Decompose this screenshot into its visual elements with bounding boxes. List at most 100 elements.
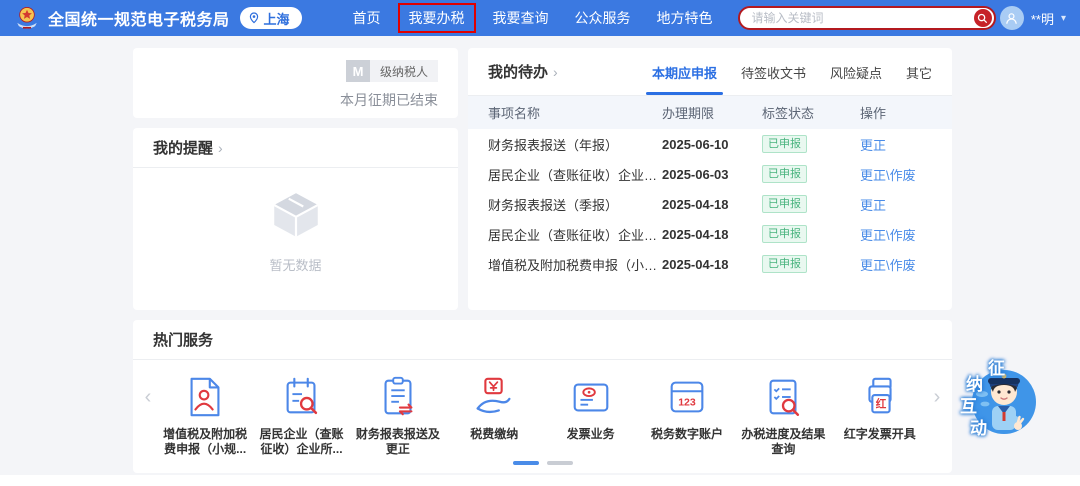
carousel-prev-button[interactable]: ‹ [139, 374, 157, 420]
service-label: 税费缴纳 [470, 427, 519, 441]
todo-tabs: 本期应申报 待签收文书 风险疑点 其它 [645, 49, 932, 95]
search-bar [737, 6, 996, 30]
service-resident-enterprise-tax[interactable]: 居民企业（查账征收）企业所... [253, 374, 349, 457]
carousel-pagination [133, 461, 952, 465]
location-label: 上海 [263, 11, 290, 27]
service-label: 居民企业（查账征收）企业所... [259, 427, 344, 456]
action-link[interactable]: 更正\作废 [860, 258, 916, 273]
status-badge: 已申报 [762, 225, 807, 243]
search-icon [977, 13, 988, 23]
taxpayer-level-badge: M 级纳税人 [345, 60, 438, 82]
status-badge: 已申报 [762, 165, 807, 183]
service-progress-query[interactable]: 办税进度及结果查询 [735, 374, 831, 457]
item-name: 居民企业（查账征收）企业所得税年度... [488, 167, 662, 183]
main-content: M 级纳税人 本月征期已结束 我的提醒 › 暂无数据 我的待办 › 本期应申报 … [0, 36, 1080, 475]
search-input[interactable] [751, 11, 974, 25]
status-badge: 已申报 [762, 255, 807, 273]
svg-text:123: 123 [678, 397, 696, 409]
chevron-down-icon: ▾ [1060, 12, 1066, 24]
service-vat-declaration[interactable]: 增值税及附加税费申报（小规... [157, 374, 253, 457]
service-financial-report[interactable]: 财务报表报送及更正 [350, 374, 446, 457]
item-deadline: 2025-04-18 [662, 196, 729, 212]
service-digital-account[interactable]: 123 税务数字账户 [639, 374, 735, 457]
service-label: 税务数字账户 [651, 427, 724, 441]
service-label: 增值税及附加税费申报（小规... [163, 427, 248, 456]
invoice-business-icon [573, 383, 609, 412]
avatar [999, 6, 1024, 30]
tab-risk-points[interactable]: 风险疑点 [830, 49, 882, 95]
action-link[interactable]: 更正\作废 [860, 228, 916, 243]
hot-services-title: 热门服务 [153, 332, 214, 349]
action-link[interactable]: 更正 [860, 198, 886, 213]
nav-item-local-features[interactable]: 地方特色 [648, 3, 722, 33]
service-tax-payment[interactable]: 税费缴纳 [446, 374, 542, 457]
interaction-mascot-button[interactable]: 征 纳 互 动 [958, 354, 1038, 450]
taxpayer-info-card: M 级纳税人 本月征期已结束 [133, 48, 458, 118]
column-status: 标签状态 [762, 106, 815, 121]
tab-other[interactable]: 其它 [906, 49, 932, 95]
financial-report-icon [384, 376, 413, 416]
page: 全国统一规范电子税务局 上海 首页 我要办税 我要查询 公众服务 地方特色 请输… [0, 0, 1080, 486]
chevron-right-icon: › [553, 63, 558, 80]
my-reminders-card: 我的提醒 › 暂无数据 [133, 128, 458, 310]
main-nav: 首页 我要办税 我要查询 公众服务 地方特色 [344, 3, 722, 33]
item-deadline: 2025-04-18 [662, 226, 729, 242]
status-badge: 已申报 [762, 195, 807, 213]
mascot-char-4: 动 [970, 419, 987, 438]
my-reminders-header[interactable]: 我的提醒 › [133, 128, 458, 168]
table-row: 居民企业（查账征收）企业所得税月（... 2025-04-18 已申报 更正\作… [468, 219, 952, 249]
footer-strip [0, 475, 1080, 486]
empty-box-icon [273, 193, 318, 237]
item-name: 增值税及附加税费申报（小规模纳税人） [488, 257, 662, 273]
location-pin-icon [249, 12, 258, 24]
service-label: 发票业务 [566, 427, 615, 441]
service-red-invoice[interactable]: 红 红字发票开具 [832, 374, 928, 457]
column-action: 操作 [860, 106, 887, 121]
empty-state-text: 暂无数据 [269, 258, 322, 273]
pagination-dot-2[interactable] [546, 461, 573, 465]
action-link[interactable]: 更正\作废 [860, 168, 916, 183]
service-invoice-business[interactable]: 发票业务 [543, 374, 639, 457]
mascot-char-1: 征 [988, 359, 1005, 378]
taxpayer-level-label: 级纳税人 [369, 60, 438, 82]
column-item-name: 事项名称 [488, 106, 541, 121]
resident-enterprise-tax-icon [286, 377, 317, 415]
location-selector[interactable]: 上海 [239, 7, 302, 29]
service-label: 财务报表报送及更正 [355, 427, 440, 456]
search-button[interactable] [973, 9, 992, 27]
my-todo-title[interactable]: 我的待办 [488, 61, 548, 82]
nav-item-tax-handling[interactable]: 我要办税 [397, 3, 476, 33]
table-row: 财务报表报送（季报） 2025-04-18 已申报 更正 [468, 189, 952, 219]
pagination-dot-1[interactable] [512, 461, 539, 465]
my-todo-card: 我的待办 › 本期应申报 待签收文书 风险疑点 其它 事项名称 办理期限 标签状… [468, 48, 952, 310]
collection-period-status: 本月征期已结束 [340, 92, 438, 108]
service-label: 办税进度及结果查询 [741, 427, 826, 456]
column-deadline: 办理期限 [662, 106, 715, 121]
digital-account-icon: 123 [670, 381, 704, 413]
top-navbar: 全国统一规范电子税务局 上海 首页 我要办税 我要查询 公众服务 地方特色 请输… [0, 0, 1080, 36]
tab-documents-to-sign[interactable]: 待签收文书 [741, 49, 806, 95]
todo-table-header: 事项名称 办理期限 标签状态 操作 [468, 96, 952, 129]
nav-item-public-service[interactable]: 公众服务 [566, 3, 640, 33]
item-deadline: 2025-06-03 [662, 166, 729, 182]
table-row: 居民企业（查账征收）企业所得税年度... 2025-06-03 已申报 更正\作… [468, 159, 952, 189]
item-name: 财务报表报送（年报） [488, 137, 619, 153]
red-invoice-icon: 红 [868, 377, 892, 414]
user-menu[interactable]: **明 ▾ [999, 6, 1066, 30]
tab-current-declarations[interactable]: 本期应申报 [645, 49, 723, 95]
item-name: 财务报表报送（季报） [488, 197, 619, 213]
nav-item-home[interactable]: 首页 [344, 3, 390, 33]
nav-item-query[interactable]: 我要查询 [484, 3, 558, 33]
progress-query-icon [769, 379, 800, 416]
tax-payment-icon [476, 377, 511, 414]
item-deadline: 2025-06-10 [662, 136, 729, 152]
taxpayer-level: M [345, 60, 370, 82]
status-badge: 已申报 [762, 135, 807, 153]
vat-declaration-icon [190, 377, 220, 417]
carousel-next-button[interactable]: › [928, 374, 946, 420]
action-link[interactable]: 更正 [860, 138, 886, 153]
empty-state: 暂无数据 [133, 186, 458, 274]
tax-bureau-emblem-icon [17, 7, 37, 29]
site-title: 全国统一规范电子税务局 [48, 12, 230, 29]
item-name: 居民企业（查账征收）企业所得税月（... [488, 227, 662, 243]
